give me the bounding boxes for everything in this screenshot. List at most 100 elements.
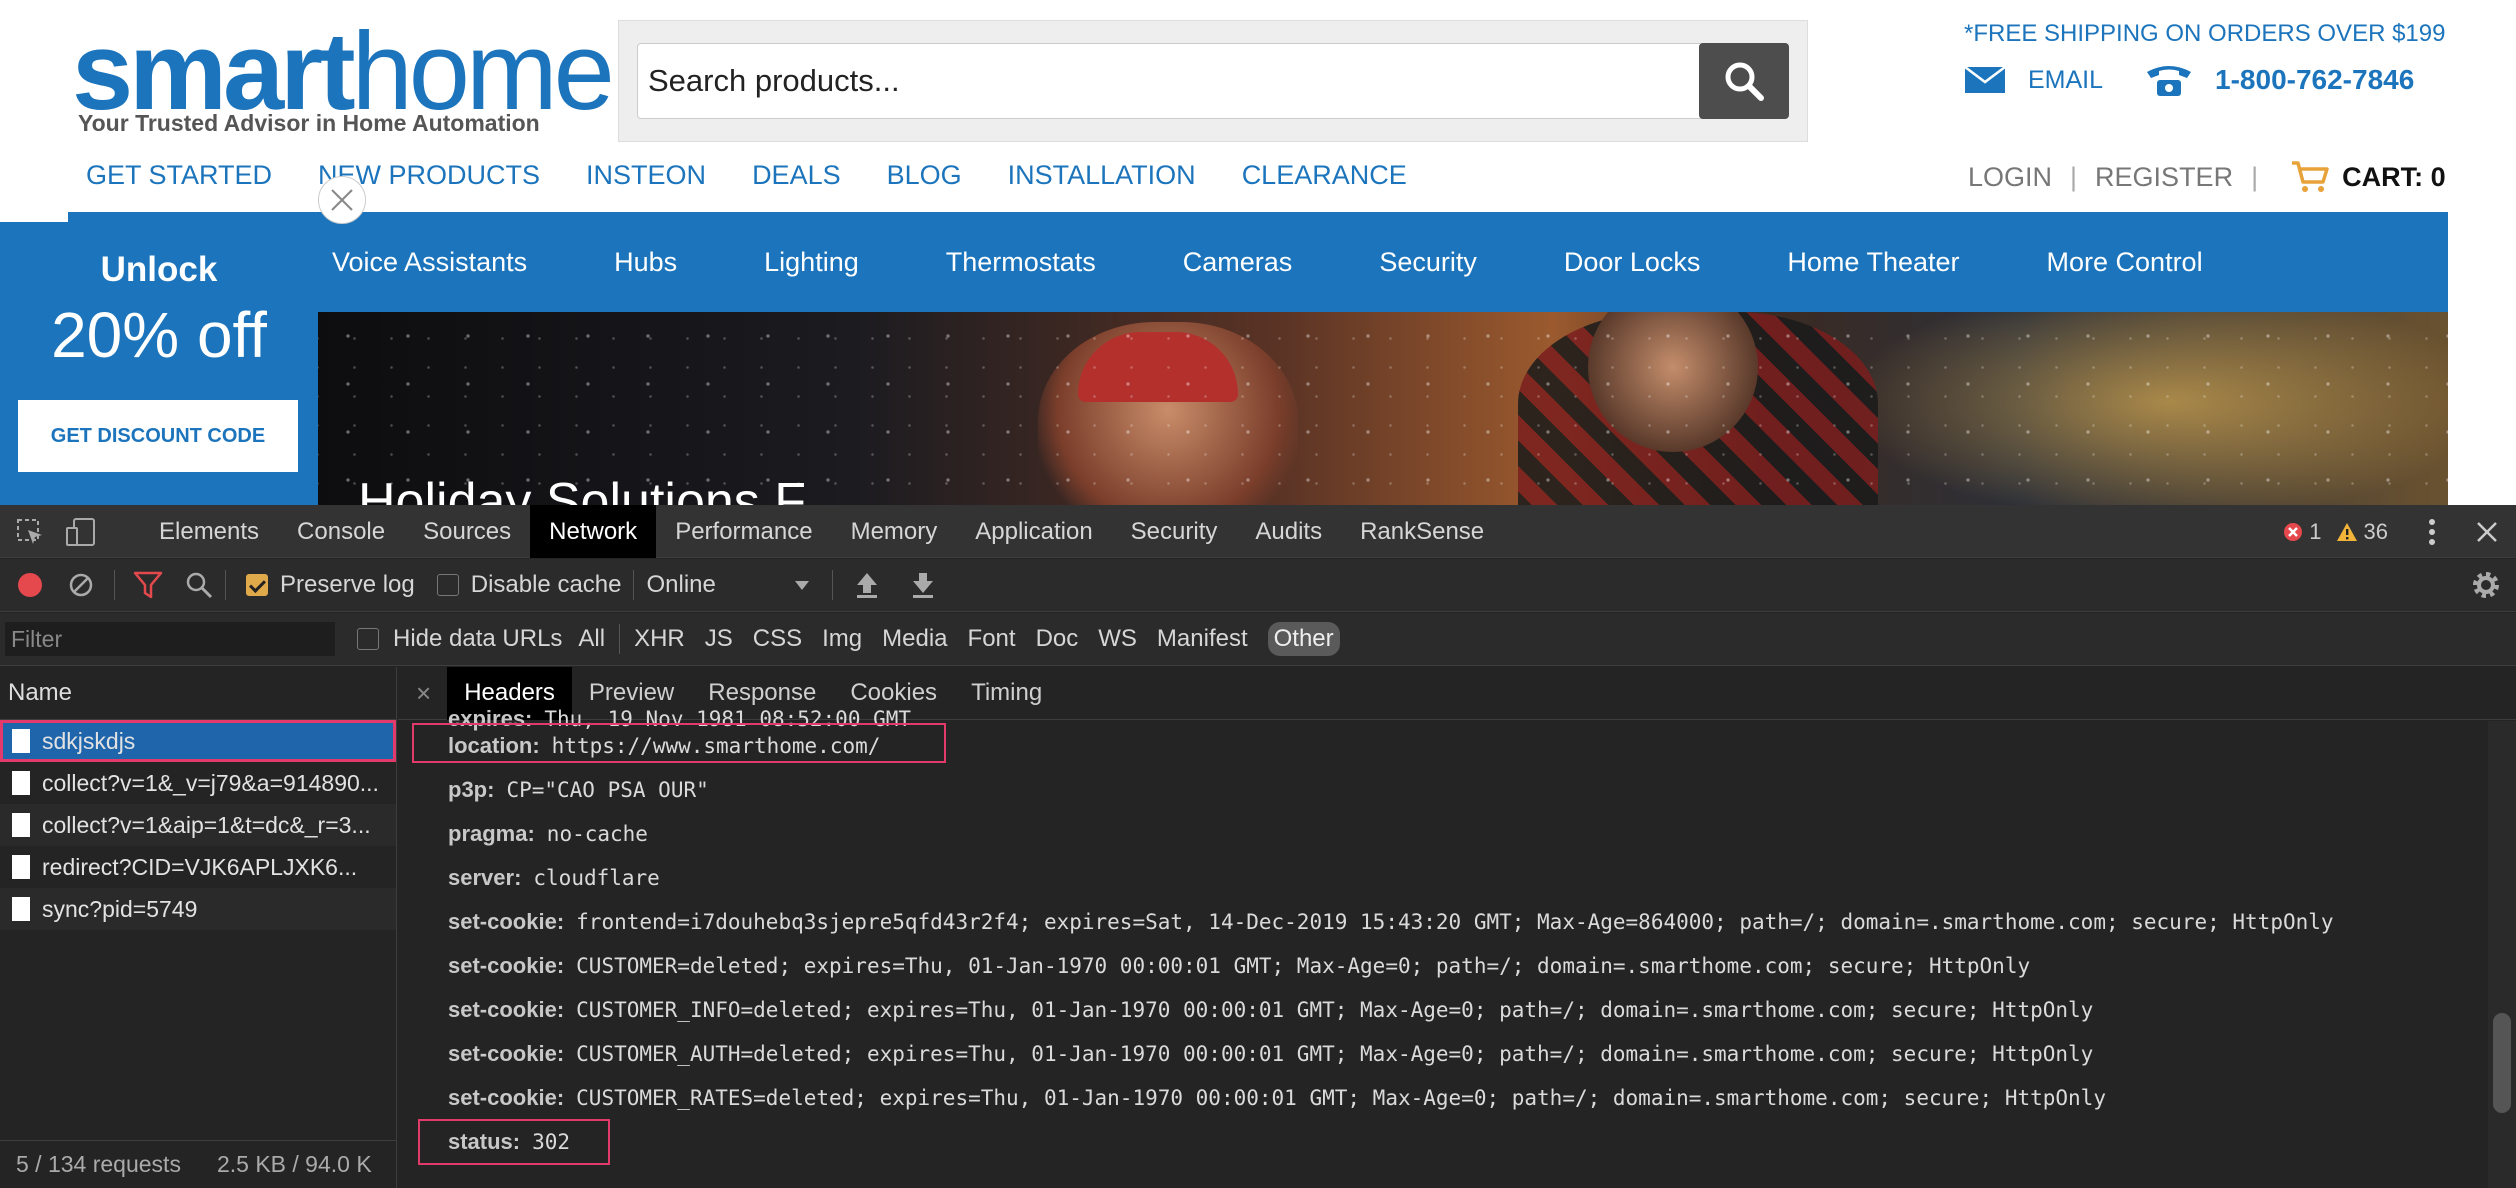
phone-number[interactable]: 1-800-762-7846 [2215, 64, 2414, 96]
import-har-icon[interactable] [855, 571, 879, 599]
request-row[interactable]: redirect?CID=VJK6APLJXK6... [0, 846, 396, 888]
export-har-icon[interactable] [911, 571, 935, 599]
detail-scrollbar[interactable] [2488, 721, 2516, 1188]
request-row[interactable]: sync?pid=5749 [0, 888, 396, 930]
discount-popup: Unlock 20% off GET DISCOUNT CODE [0, 222, 318, 505]
search-bar [618, 20, 1808, 142]
email-icon[interactable] [1964, 66, 2006, 94]
close-devtools-icon[interactable] [2476, 521, 2498, 543]
nav-blog[interactable]: BLOG [887, 160, 962, 191]
category-cameras[interactable]: Cameras [1183, 247, 1293, 278]
scrollbar-thumb[interactable] [2493, 1013, 2511, 1113]
document-icon [12, 813, 30, 837]
tab-application[interactable]: Application [956, 505, 1111, 558]
category-voice-assistants[interactable]: Voice Assistants [332, 247, 527, 278]
warning-count: 36 [2363, 518, 2388, 544]
tab-security[interactable]: Security [1112, 505, 1237, 558]
tab-elements[interactable]: Elements [140, 505, 278, 558]
category-security[interactable]: Security [1379, 247, 1477, 278]
category-lighting[interactable]: Lighting [764, 247, 859, 278]
email-link[interactable]: EMAIL [2028, 66, 2103, 95]
filter-type-css[interactable]: CSS [753, 625, 802, 653]
filter-type-ws[interactable]: WS [1098, 625, 1137, 653]
header-key: set-cookie: [448, 1041, 565, 1066]
header-row-set-cookie: set-cookie: CUSTOMER=deleted; expires=Thu… [448, 946, 2030, 986]
nav-clearance[interactable]: CLEARANCE [1242, 160, 1407, 191]
free-shipping-banner[interactable]: *FREE SHIPPING ON ORDERS OVER $199 [1964, 20, 2445, 48]
nav-installation[interactable]: INSTALLATION [1008, 160, 1196, 191]
preserve-log-label[interactable]: Preserve log [280, 571, 415, 599]
more-options-icon[interactable] [2428, 518, 2436, 546]
filter-type-font[interactable]: Font [968, 625, 1016, 653]
nav-insteon[interactable]: INSTEON [586, 160, 706, 191]
tab-ranksense[interactable]: RankSense [1341, 505, 1503, 558]
filter-type-img[interactable]: Img [822, 625, 862, 653]
login-link[interactable]: LOGIN [1968, 162, 2052, 193]
request-row[interactable]: collect?v=1&aip=1&t=dc&_r=3... [0, 804, 396, 846]
preserve-log-checkbox[interactable] [246, 574, 268, 596]
get-discount-code-button[interactable]: GET DISCOUNT CODE [18, 400, 298, 472]
nav-deals[interactable]: DEALS [752, 160, 841, 191]
filter-type-media[interactable]: Media [882, 625, 947, 653]
header-key: set-cookie: [448, 909, 565, 934]
request-name: sdkjskdjs [42, 727, 136, 754]
tab-console[interactable]: Console [278, 505, 404, 558]
search-icon[interactable] [185, 571, 213, 599]
hide-data-urls-label[interactable]: Hide data URLs [393, 625, 562, 653]
search-input[interactable] [637, 43, 1707, 119]
inspect-element-icon[interactable] [16, 518, 44, 546]
header-value: CP="CAO PSA OUR" [506, 778, 709, 802]
register-link[interactable]: REGISTER [2095, 162, 2233, 193]
record-icon[interactable] [16, 571, 44, 599]
main-nav: GET STARTED NEW PRODUCTS INSTEON DEALS B… [86, 160, 1453, 191]
search-icon [1725, 62, 1764, 101]
disable-cache-checkbox[interactable] [436, 574, 459, 596]
filter-input[interactable] [5, 622, 335, 656]
category-home-theater[interactable]: Home Theater [1787, 247, 1959, 278]
request-summary-bar: 5 / 134 requests 2.5 KB / 94.0 K [0, 1140, 397, 1188]
toolbar-divider [114, 570, 115, 600]
device-toolbar-icon[interactable] [66, 518, 98, 546]
cart-link[interactable]: CART: 0 [2290, 160, 2446, 194]
warning-count-badge[interactable]: 36 [2336, 519, 2388, 545]
category-more-control[interactable]: More Control [2047, 247, 2203, 278]
smarthome-logo[interactable]: smarthome Your Trusted Advisor in Home A… [72, 17, 615, 137]
filter-type-other[interactable]: Other [1267, 622, 1340, 656]
chevron-down-icon [795, 581, 810, 590]
header-row-set-cookie: set-cookie: CUSTOMER_AUTH=deleted; expire… [448, 1034, 2093, 1074]
network-settings-gear-icon[interactable] [2470, 569, 2502, 601]
hide-data-urls-checkbox[interactable] [357, 628, 379, 650]
tab-audits[interactable]: Audits [1236, 505, 1341, 558]
phone-icon [2147, 66, 2192, 96]
filter-type-doc[interactable]: Doc [1036, 625, 1079, 653]
category-thermostats[interactable]: Thermostats [946, 247, 1096, 278]
network-toolbar: Preserve log Disable cache Online [0, 559, 2516, 612]
tab-performance[interactable]: Performance [656, 505, 831, 558]
close-detail-icon[interactable]: × [416, 678, 431, 709]
filter-icon[interactable] [133, 571, 163, 599]
tab-memory[interactable]: Memory [832, 505, 957, 558]
throttle-select[interactable]: Online [646, 571, 810, 599]
search-button[interactable] [1699, 43, 1789, 119]
error-count-badge[interactable]: 1 [2283, 519, 2322, 545]
request-detail-pane: × Headers Preview Response Cookies Timin… [398, 667, 2516, 1188]
document-icon [12, 729, 30, 753]
category-hubs[interactable]: Hubs [614, 247, 677, 278]
clear-icon[interactable] [68, 572, 94, 598]
name-column-header[interactable]: Name [0, 667, 396, 720]
nav-get-started[interactable]: GET STARTED [86, 160, 272, 191]
disable-cache-label[interactable]: Disable cache [471, 571, 622, 599]
tab-sources[interactable]: Sources [404, 505, 530, 558]
promo-close-button[interactable] [318, 176, 366, 224]
header-key: pragma: [448, 821, 535, 846]
category-door-locks[interactable]: Door Locks [1564, 247, 1701, 278]
filter-type-manifest[interactable]: Manifest [1157, 625, 1248, 653]
request-row[interactable]: sdkjskdjs [0, 720, 396, 762]
filter-type-all[interactable]: All [578, 625, 605, 653]
filter-type-xhr[interactable]: XHR [634, 625, 685, 653]
filter-type-js[interactable]: JS [705, 625, 733, 653]
tab-network[interactable]: Network [530, 505, 657, 558]
request-row[interactable]: collect?v=1&_v=j79&a=914890... [0, 762, 396, 804]
hero-banner[interactable]: Holiday Solutions F [318, 312, 2448, 505]
tab-timing[interactable]: Timing [954, 667, 1059, 720]
